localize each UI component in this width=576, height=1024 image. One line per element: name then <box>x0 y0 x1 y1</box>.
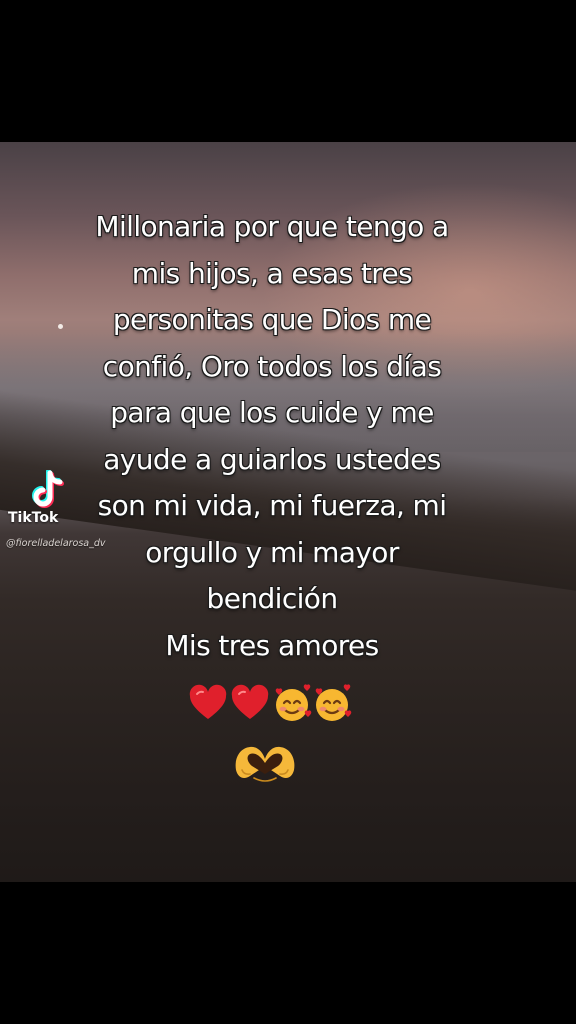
smiling-face-with-hearts-icon <box>275 684 312 721</box>
heart-hands-icon <box>235 746 295 782</box>
smiling-face-with-hearts-icon <box>315 684 352 721</box>
quote-line: para que los cuide y me <box>110 396 434 429</box>
creator-handle: @fiorelladelarosa_dv <box>6 538 106 549</box>
tiktok-watermark: TikTok @fiorelladelarosa_dv <box>6 470 140 560</box>
tiktok-brand-label: TikTok <box>8 510 59 526</box>
red-heart-icon <box>189 684 227 719</box>
quote-text: Millonaria por que tengo a mis hijos, a … <box>48 204 496 669</box>
quote-line: mis hijos, a esas tres <box>131 256 413 290</box>
tiktok-logo-icon <box>32 470 64 508</box>
quote-line: personitas que Dios me <box>112 303 432 336</box>
quote-line: Mis tres amores <box>165 628 379 662</box>
video-frame: Millonaria por que tengo a mis hijos, a … <box>0 0 576 1024</box>
quote-line: confió, Oro todos los días <box>102 349 442 383</box>
quote-line: bendición <box>206 582 339 615</box>
emoji-row <box>188 684 358 728</box>
red-heart-icon <box>231 684 269 719</box>
quote-line: Millonaria por que tengo a <box>95 210 449 243</box>
